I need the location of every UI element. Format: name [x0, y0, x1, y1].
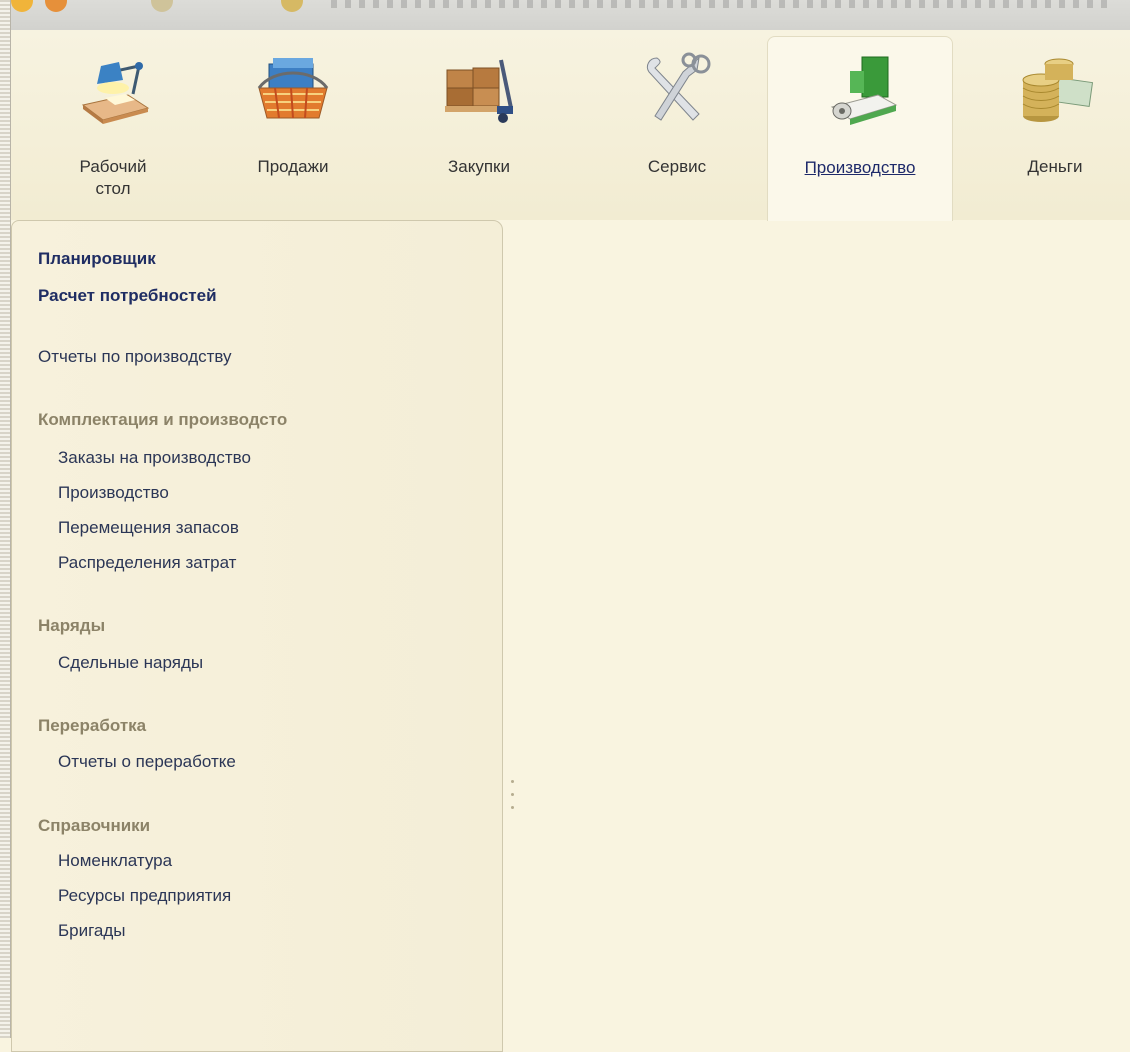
basket-icon [257, 58, 329, 119]
section-production-label: Производство [804, 158, 916, 177]
link-piecework-orders[interactable]: Сдельные наряды [58, 653, 203, 673]
group-title-catalogs: Справочники [38, 816, 151, 835]
group-title-work-orders: Наряды [38, 616, 106, 635]
section-service[interactable]: Сервис [597, 36, 757, 220]
link-stock-transfers[interactable]: Перемещения запасов [58, 518, 239, 538]
link-production-orders[interactable]: Заказы на производство [58, 448, 251, 468]
window-left-border [0, 0, 11, 1038]
section-sales-label: Продажи [257, 157, 329, 176]
section-sales[interactable]: Продажи [213, 36, 373, 220]
splitter-dot [511, 780, 514, 783]
command-planner[interactable]: Планировщик [38, 249, 156, 269]
splitter-dot [511, 806, 514, 809]
section-desktop-label: Рабочий стол [79, 157, 147, 198]
link-processing-reports[interactable]: Отчеты о переработке [58, 752, 236, 772]
section-production[interactable]: Производство [767, 36, 953, 221]
section-desktop[interactable]: Рабочий стол [33, 36, 193, 220]
sections-panel: Рабочий стол Продажи Закупки Сервис Прои… [11, 30, 1130, 221]
top-toolbar [11, 0, 1130, 30]
group-title-assembly: Комплектация и производсто [38, 410, 288, 429]
toolbar-icon-4[interactable] [281, 0, 303, 12]
coins-icon [1022, 58, 1094, 122]
toolbar-icon-1[interactable] [11, 0, 33, 12]
section-money[interactable]: Деньги [985, 36, 1125, 220]
splitter-dot [511, 793, 514, 796]
section-purchases[interactable]: Закупки [399, 36, 559, 220]
link-enterprise-resources[interactable]: Ресурсы предприятия [58, 886, 231, 906]
tools-icon [646, 52, 711, 121]
command-requirements[interactable]: Расчет потребностей [38, 286, 217, 306]
machine-icon [830, 56, 898, 125]
pallet-boxes-icon [445, 59, 513, 123]
function-panel: Планировщик Расчет потребностей Отчеты п… [11, 220, 503, 1052]
section-purchases-label: Закупки [448, 157, 510, 176]
desk-lamp-icon [81, 62, 150, 124]
section-money-label: Деньги [1027, 157, 1083, 176]
section-service-label: Сервис [647, 157, 707, 176]
toolbar-icon-3[interactable] [151, 0, 173, 12]
link-production-reports[interactable]: Отчеты по производству [38, 347, 232, 367]
panel-splitter[interactable] [511, 780, 517, 830]
toolbar-dots [331, 0, 1110, 8]
group-title-processing: Переработка [38, 716, 147, 735]
link-cost-allocations[interactable]: Распределения затрат [58, 553, 236, 573]
toolbar-icon-2[interactable] [45, 0, 67, 12]
link-teams[interactable]: Бригады [58, 921, 126, 941]
link-nomenclature[interactable]: Номенклатура [58, 851, 172, 871]
link-production[interactable]: Производство [58, 483, 169, 503]
